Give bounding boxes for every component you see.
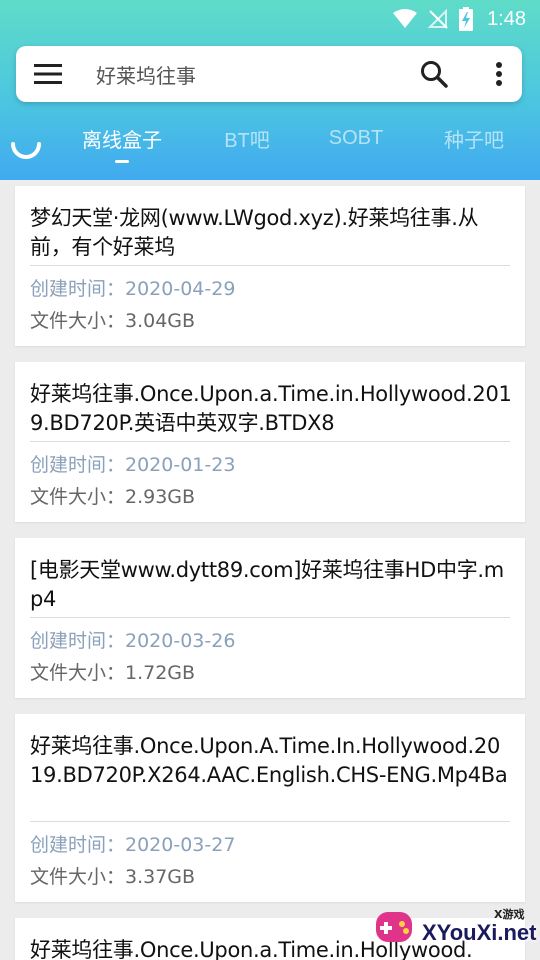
hamburger-menu-icon[interactable] (34, 62, 62, 86)
status-time: 1:48 (487, 7, 526, 30)
watermark-site-text: XYouXi.net (422, 920, 537, 945)
gamepad-logo-icon (370, 906, 420, 952)
status-bar: 1:48 (0, 0, 540, 38)
result-title: 梦幻天堂·龙网(www.LWgod.xyz).好莱坞往事.从前，有个好莱坞 (30, 206, 479, 259)
battery-charging-icon (459, 7, 474, 31)
result-card[interactable]: 梦幻天堂·龙网(www.LWgod.xyz).好莱坞往事.从前，有个好莱坞 创建… (15, 186, 525, 346)
wifi-icon (393, 9, 418, 29)
result-card[interactable]: [电影天堂www.dytt89.com]好莱坞往事HD中字.mp4 创建时间：2… (15, 538, 525, 698)
site-watermark: X游戏 XYouXi.net (368, 902, 540, 960)
no-signal-icon (427, 8, 449, 30)
tab-sobt[interactable]: SOBT (316, 118, 396, 158)
result-card[interactable]: 好莱坞往事.Once.Upon.a.Time.in.Hollywood.2019… (15, 362, 525, 522)
result-title: 好莱坞往事.Once.Upon.A.Time.In.Hollywood.2019… (30, 734, 508, 787)
result-date: 创建时间：2020-03-26 (30, 630, 236, 652)
result-card[interactable]: 好莱坞往事.Once.Upon.A.Time.In.Hollywood.2019… (15, 714, 525, 902)
result-date: 创建时间：2020-04-29 (30, 278, 236, 300)
search-icon[interactable] (418, 58, 450, 90)
divider (30, 821, 510, 822)
result-size: 文件大小：2.93GB (30, 486, 196, 508)
result-size: 文件大小：1.72GB (30, 662, 196, 684)
result-title: 好莱坞往事.Once.Upon.a.Time.in.Hollywood.2019… (30, 382, 512, 435)
result-size: 文件大小：3.37GB (30, 866, 196, 888)
result-date: 创建时间：2020-03-27 (30, 834, 236, 856)
divider (30, 617, 510, 618)
search-bar[interactable]: 好莱坞往事 (16, 46, 522, 102)
result-size: 文件大小：3.04GB (30, 310, 196, 332)
tab-zhongzi-ba[interactable]: 种子吧 (428, 118, 520, 158)
app-header: 1:48 好莱坞往事 离线盒子 BT吧 SOBT 种子吧 (0, 0, 540, 180)
tab-lixian-hezi[interactable]: 离线盒子 (72, 118, 172, 158)
divider (30, 441, 510, 442)
more-vertical-icon[interactable] (488, 58, 510, 90)
tab-indicator (115, 160, 129, 163)
result-date: 创建时间：2020-01-23 (30, 454, 236, 476)
source-tabs: 离线盒子 BT吧 SOBT 种子吧 (0, 118, 540, 168)
divider (30, 265, 510, 266)
tab-bt-ba[interactable]: BT吧 (207, 118, 287, 158)
result-title: [电影天堂www.dytt89.com]好莱坞往事HD中字.mp4 (30, 558, 504, 611)
search-query[interactable]: 好莱坞往事 (96, 60, 196, 89)
